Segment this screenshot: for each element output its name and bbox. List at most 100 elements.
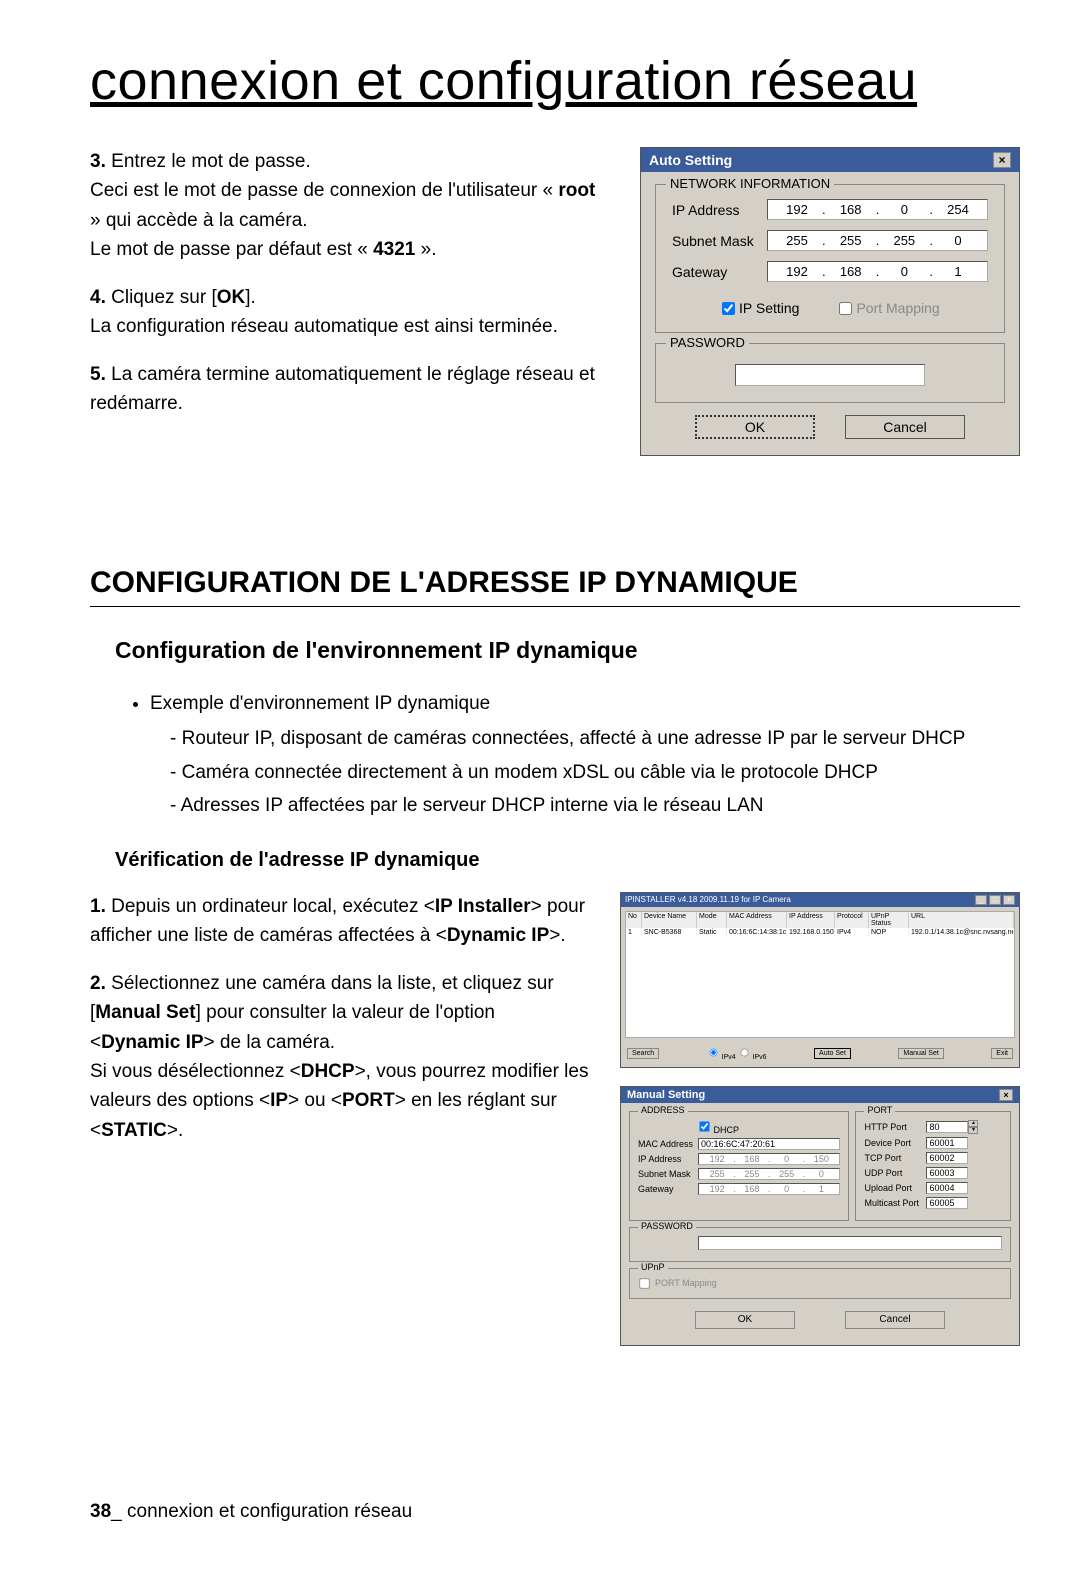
footer-sep: _	[111, 1501, 122, 1522]
upnp-port-mapping-checkbox[interactable]: PORT Mapping	[638, 1277, 1002, 1290]
installer-table: NoDevice NameModeMAC AddressIP AddressPr…	[625, 911, 1015, 1038]
spinner-icon[interactable]: ▲▼	[968, 1120, 978, 1134]
dash-item: Routeur IP, disposant de caméras connect…	[170, 724, 1020, 753]
network-info-legend: NETWORK INFORMATION	[666, 176, 834, 191]
port-legend: PORT	[864, 1105, 895, 1115]
ip-row-label: Gateway	[672, 264, 767, 280]
address-legend: ADDRESS	[638, 1105, 688, 1115]
dialog-titlebar: Auto Setting ×	[641, 148, 1019, 172]
manual-cancel-button[interactable]: Cancel	[845, 1311, 945, 1329]
close-icon[interactable]: ×	[999, 1089, 1013, 1101]
manual-ip-input[interactable]: 192.168.0.150	[698, 1153, 840, 1165]
subheading: Configuration de l'environnement IP dyna…	[115, 637, 1020, 664]
step-item: 4. Cliquez sur [OK].La configuration rés…	[90, 283, 610, 342]
address-fieldset: ADDRESS DHCP MAC Address 00:16:6C:47:20:…	[629, 1111, 849, 1221]
password-fieldset: PASSWORD	[655, 343, 1005, 403]
step-item: 3. Entrez le mot de passe.Ceci est le mo…	[90, 147, 610, 265]
port-label: UDP Port	[864, 1168, 926, 1178]
port-value[interactable]: 80	[926, 1121, 968, 1133]
page-title: connexion et configuration réseau	[90, 50, 1020, 112]
auto-set-button[interactable]: Auto Set	[814, 1048, 851, 1059]
step-list-bottom: 1. Depuis un ordinateur local, exécutez …	[90, 892, 590, 1146]
port-fieldset: PORT HTTP Port80▲▼Device Port60001TCP Po…	[855, 1111, 1011, 1221]
mac-value: 00:16:6C:47:20:61	[698, 1138, 840, 1150]
ipv6-radio[interactable]: IPv6	[738, 1054, 767, 1061]
port-value[interactable]: 60001	[926, 1137, 968, 1149]
minimize-icon[interactable]: _	[975, 895, 987, 905]
ip-setting-label: IP Setting	[739, 300, 799, 316]
col-header: MAC Address	[727, 912, 787, 928]
ip-row: IP Address192.168.0.254	[672, 199, 988, 220]
cell[interactable]: NOP	[869, 928, 909, 937]
maximize-icon[interactable]: □	[989, 895, 1001, 905]
ip-setting-input[interactable]	[722, 302, 735, 315]
port-label: TCP Port	[864, 1153, 926, 1163]
manual-ip-row: Gateway192.168.0.1	[638, 1183, 840, 1195]
port-mapping-input[interactable]	[839, 302, 852, 315]
step-item: 5. La caméra termine automatiquement le …	[90, 360, 610, 419]
port-value[interactable]: 60004	[926, 1182, 968, 1194]
cell[interactable]: 00:16:6C:14:38:1c	[727, 928, 787, 937]
ip-setting-checkbox[interactable]: IP Setting	[722, 300, 799, 316]
port-row: HTTP Port80▲▼	[864, 1120, 1002, 1134]
step-item: 2. Sélectionnez une caméra dans la liste…	[90, 969, 590, 1146]
ok-button[interactable]: OK	[695, 415, 815, 439]
cell[interactable]: SNC-B5368	[642, 928, 697, 937]
exit-button[interactable]: Exit	[991, 1048, 1013, 1059]
port-value[interactable]: 60005	[926, 1197, 968, 1209]
col-header: Protocol	[835, 912, 869, 928]
col-header: No	[626, 912, 642, 928]
manual-ip-row: Subnet Mask255.255.255.0	[638, 1168, 840, 1180]
ip-row: Subnet Mask255.255.255.0	[672, 230, 988, 251]
ip-input[interactable]: 192.168.0.1	[767, 261, 988, 282]
ip-row-label: IP Address	[672, 202, 767, 218]
cell[interactable]: 1	[626, 928, 642, 937]
col-header: UPnP Status	[869, 912, 909, 928]
bullet-lead: Exemple d'environnement IP dynamique	[150, 693, 490, 714]
port-label: Device Port	[864, 1138, 926, 1148]
dash-item: Caméra connectée directement à un modem …	[170, 758, 1020, 787]
step-list-top: 3. Entrez le mot de passe.Ceci est le mo…	[90, 147, 610, 419]
cell[interactable]: IPv4	[835, 928, 869, 937]
manual-ok-button[interactable]: OK	[695, 1311, 795, 1329]
port-value[interactable]: 60003	[926, 1167, 968, 1179]
dash-list: Routeur IP, disposant de caméras connect…	[170, 724, 1020, 820]
dialog-title-text: Auto Setting	[649, 152, 732, 168]
ipv4-radio[interactable]: IPv4	[707, 1054, 736, 1061]
password-input[interactable]	[735, 364, 925, 386]
close-icon[interactable]: ×	[1003, 895, 1015, 905]
footer-text: connexion et configuration réseau	[122, 1501, 412, 1522]
manual-ip-label: IP Address	[638, 1154, 698, 1164]
manual-set-button[interactable]: Manual Set	[898, 1048, 943, 1059]
upnp-legend: UPnP	[638, 1262, 668, 1272]
port-mapping-checkbox[interactable]: Port Mapping	[839, 300, 939, 316]
port-value[interactable]: 60002	[926, 1152, 968, 1164]
manual-password-legend: PASSWORD	[638, 1221, 696, 1231]
ip-mode-radios: IPv4 IPv6	[707, 1046, 767, 1061]
dhcp-checkbox[interactable]: DHCP	[698, 1120, 739, 1135]
port-row: Multicast Port60005	[864, 1197, 1002, 1209]
manual-ip-row: IP Address192.168.0.150	[638, 1153, 840, 1165]
port-row: TCP Port60002	[864, 1152, 1002, 1164]
port-label: Upload Port	[864, 1183, 926, 1193]
manual-password-input[interactable]	[698, 1236, 1002, 1250]
cancel-button[interactable]: Cancel	[845, 415, 965, 439]
ip-input[interactable]: 255.255.255.0	[767, 230, 988, 251]
step-item: 1. Depuis un ordinateur local, exécutez …	[90, 892, 590, 951]
auto-setting-dialog: Auto Setting × NETWORK INFORMATION IP Ad…	[640, 147, 1020, 456]
cell[interactable]: 192.0.1/14.38.1c@snc.nvsang.net1	[909, 928, 1014, 937]
search-button[interactable]: Search	[627, 1048, 659, 1059]
ip-input[interactable]: 192.168.0.254	[767, 199, 988, 220]
manual-setting-dialog: Manual Setting × ADDRESS DHCP MAC Addres…	[620, 1086, 1020, 1346]
cell[interactable]: 192.168.0.150	[787, 928, 835, 937]
manual-ip-input[interactable]: 255.255.255.0	[698, 1168, 840, 1180]
close-icon[interactable]: ×	[993, 152, 1011, 168]
network-info-fieldset: NETWORK INFORMATION IP Address192.168.0.…	[655, 184, 1005, 333]
cell[interactable]: Static	[697, 928, 727, 937]
manual-titlebar: Manual Setting ×	[621, 1087, 1019, 1103]
page-number: 38	[90, 1501, 111, 1522]
col-header: Mode	[697, 912, 727, 928]
manual-ip-label: Subnet Mask	[638, 1169, 698, 1179]
col-header: URL	[909, 912, 1014, 928]
manual-ip-input[interactable]: 192.168.0.1	[698, 1183, 840, 1195]
